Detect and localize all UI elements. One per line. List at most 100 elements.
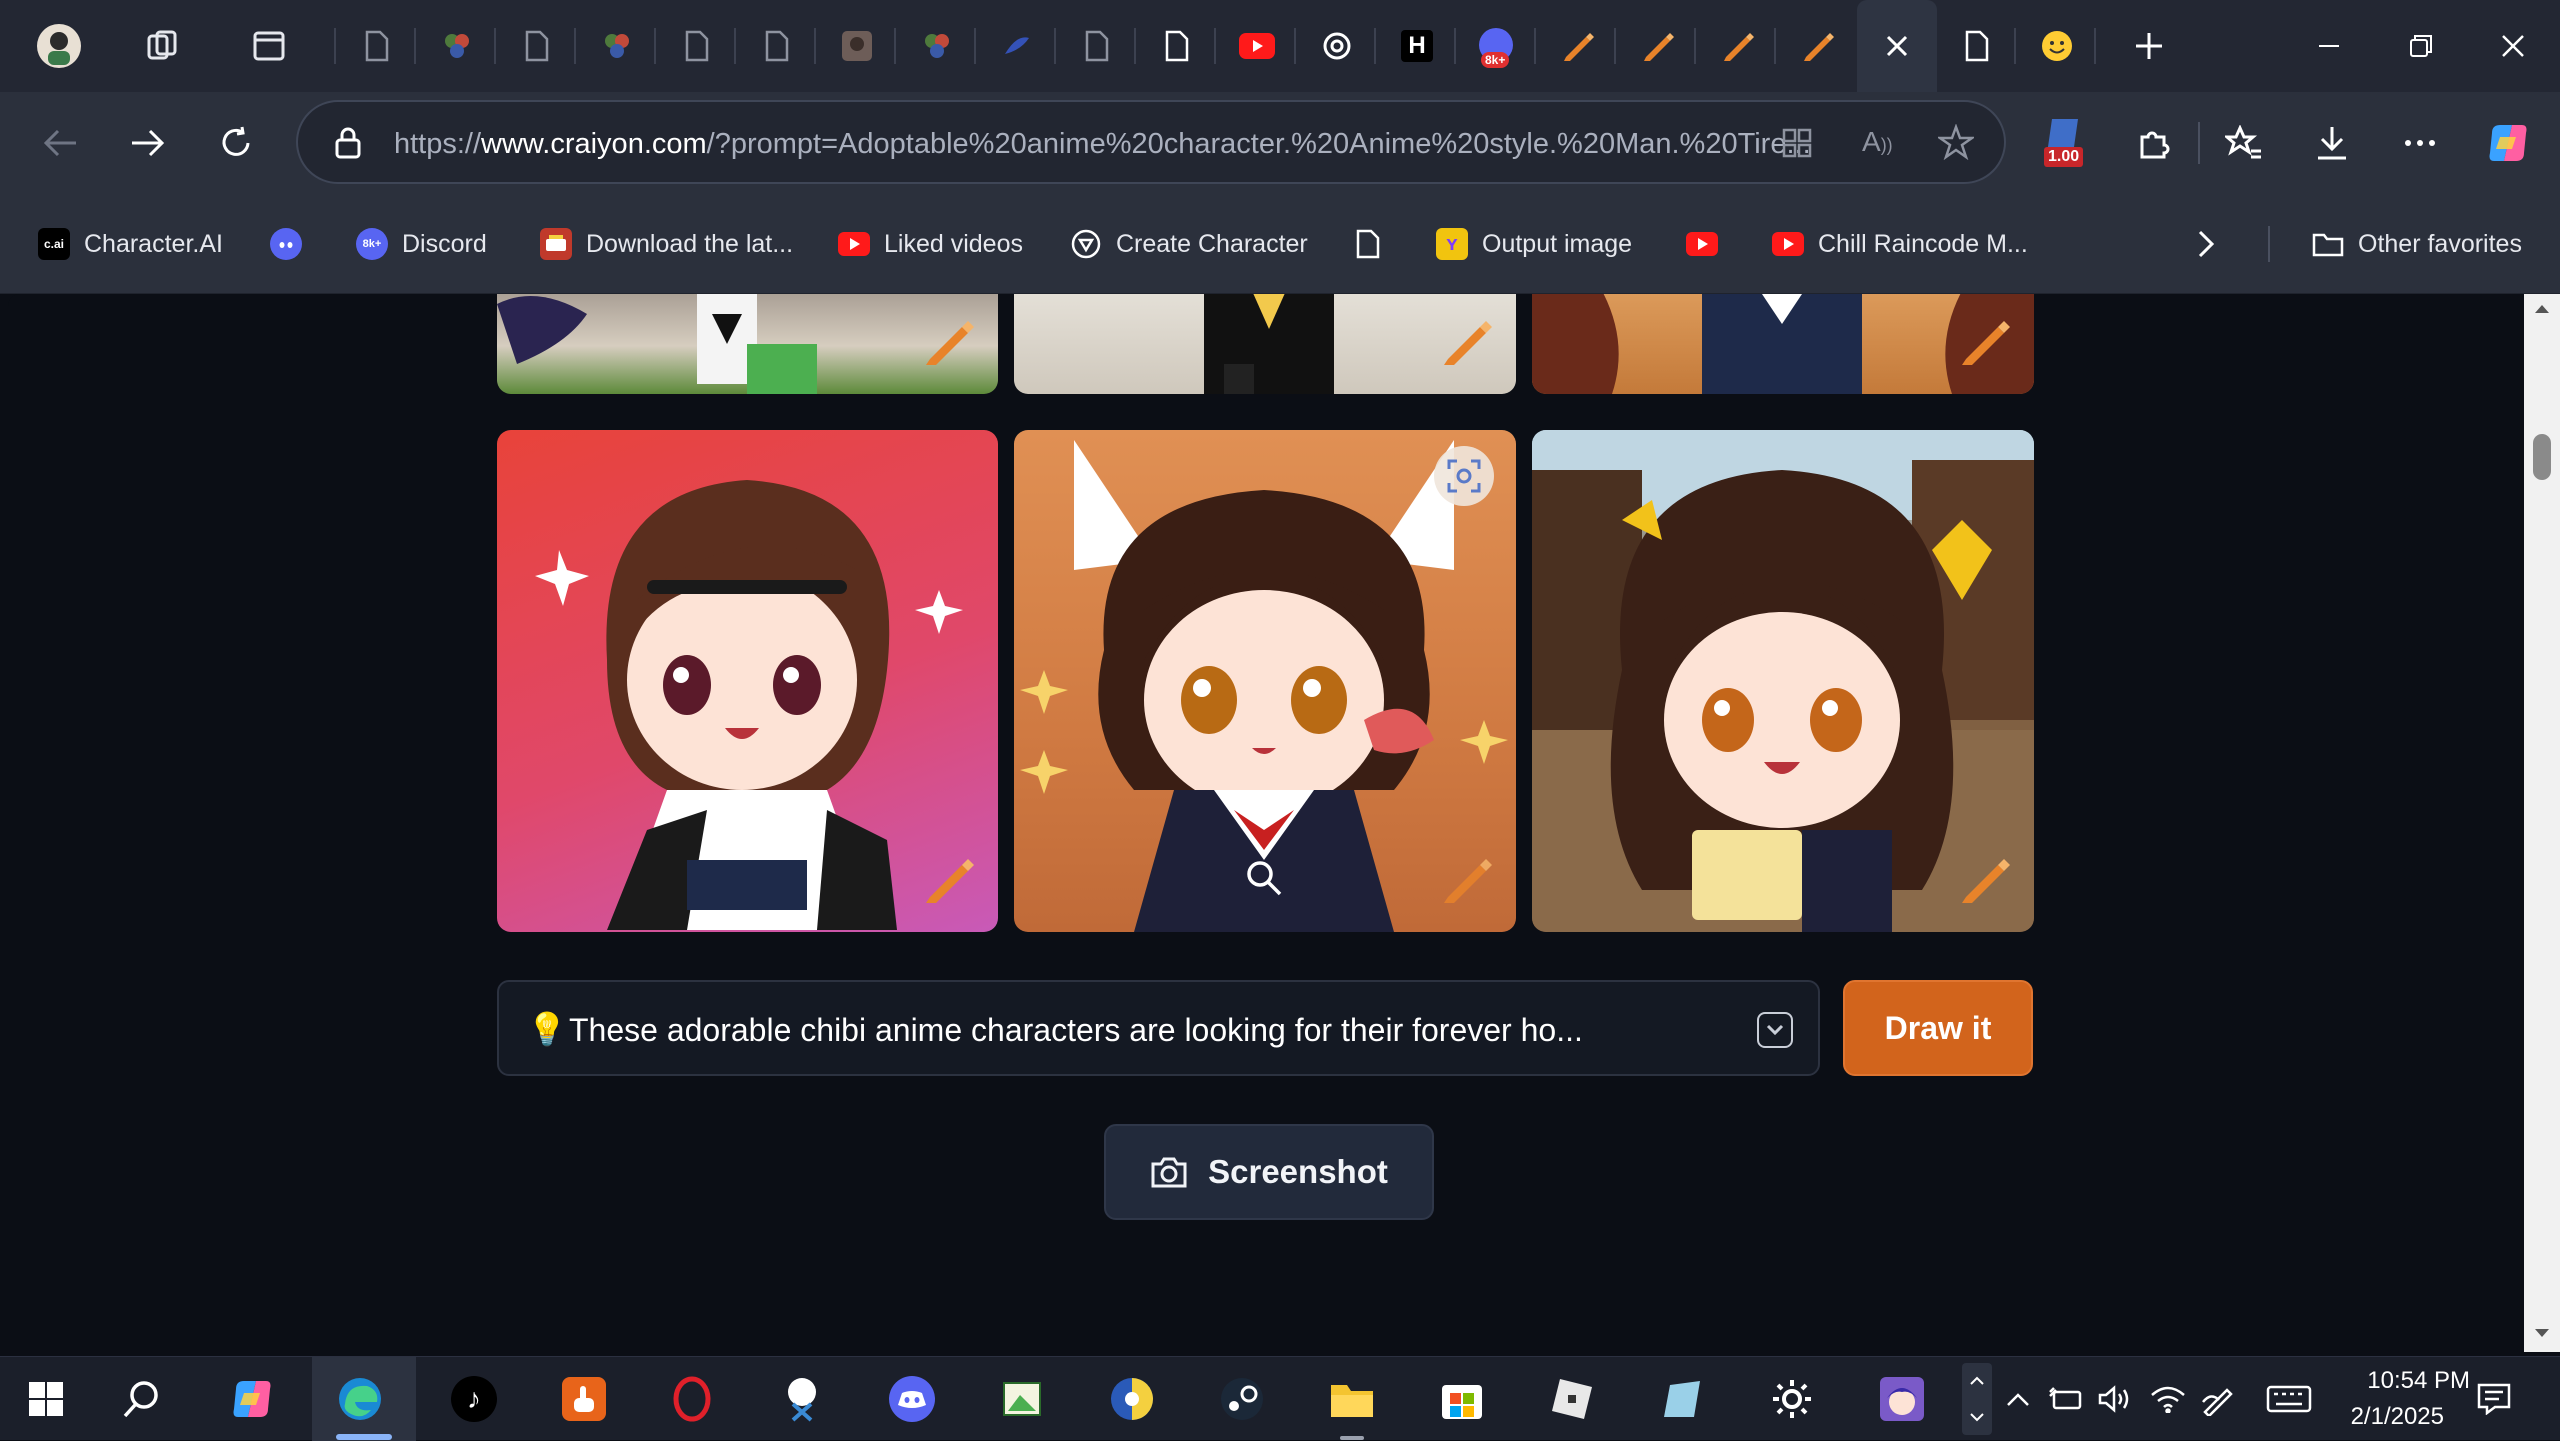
settings-gear-icon[interactable] [1768,1375,1816,1423]
bookmarks-overflow-chevron-icon[interactable] [2196,222,2216,266]
bookmark-character-ai[interactable]: c.ai Character.AI [38,222,223,266]
bookmark-create-character[interactable]: Create Character [1070,222,1308,266]
pen-icon[interactable] [2198,1375,2238,1423]
notifications-icon[interactable] [2470,1375,2518,1423]
bookmark-liked-videos[interactable]: Liked videos [838,222,1023,266]
restore-window-icon[interactable] [2398,23,2444,69]
close-tab-icon[interactable] [1874,23,1920,69]
tab-page-icon[interactable] [1074,23,1120,69]
tab-h-icon[interactable]: H [1394,23,1440,69]
favorite-star-icon[interactable] [1936,123,1976,165]
tab-actions-icon[interactable] [246,23,292,69]
bookmark-output-image[interactable]: ʏ Output image [1436,222,1632,266]
snipping-tool-icon[interactable] [778,1375,826,1423]
tab-page-icon[interactable] [1154,23,1200,69]
tab-brush-icon[interactable] [994,23,1040,69]
edit-pencil-icon[interactable] [1440,851,1494,910]
search-icon[interactable] [118,1375,166,1423]
prompt-expand-chevron-icon[interactable] [1757,1012,1793,1048]
edge-browser-icon[interactable] [336,1375,384,1423]
tab-pinwheel-icon[interactable] [434,23,480,69]
copilot-icon[interactable] [2478,113,2538,173]
edit-pencil-icon[interactable] [1958,851,2012,910]
battery-icon[interactable] [2046,1375,2086,1423]
clock-time[interactable]: 10:54 PM [2330,1367,2470,1395]
extension-zoom-icon[interactable]: 1.00 [2036,112,2096,172]
tray-scroll-arrows-icon[interactable] [1962,1363,1992,1435]
edit-pencil-icon[interactable] [922,851,976,910]
minimize-window-icon[interactable] [2306,23,2352,69]
extensions-icon[interactable] [2124,113,2184,173]
profile-avatar[interactable] [36,23,82,69]
scroll-down-arrow-icon[interactable] [2533,1326,2551,1344]
microsoft-store-icon[interactable] [1438,1375,1486,1423]
generated-image-3[interactable] [1532,294,2034,394]
start-windows-icon[interactable] [22,1375,70,1423]
tab-page-icon[interactable] [674,23,720,69]
new-tab-button[interactable] [2126,23,2172,69]
edit-pencil-icon[interactable] [1958,313,2012,372]
forward-button[interactable] [118,113,178,173]
downloads-icon[interactable] [2302,113,2362,173]
refresh-button[interactable] [206,113,266,173]
bookmark-other-favorites[interactable]: Other favorites [2312,222,2522,266]
opera-icon[interactable] [668,1375,716,1423]
show-hidden-icons-chevron-icon[interactable] [2000,1375,2036,1423]
touch-keyboard-icon[interactable] [2264,1375,2314,1423]
tab-huggingface-icon[interactable] [2034,23,2080,69]
photo-editor-icon[interactable] [998,1375,1046,1423]
edit-pencil-icon[interactable] [1440,313,1494,372]
roblox-icon[interactable] [1548,1375,1596,1423]
steam-icon[interactable] [1218,1375,1266,1423]
draw-it-button[interactable]: Draw it [1843,980,2033,1076]
workspaces-icon[interactable] [140,23,186,69]
discord-taskbar-icon[interactable] [888,1375,936,1423]
back-button[interactable] [30,113,90,173]
app-glass-icon[interactable] [1658,1375,1706,1423]
tab-page-icon[interactable] [354,23,400,69]
bookmark-chill-raincode[interactable]: Chill Raincode M... [1772,222,2028,266]
generated-image-2[interactable] [1014,294,1516,394]
tab-discord-icon[interactable]: 8k+ [1474,23,1520,69]
bookmark-page[interactable] [1352,222,1384,266]
tab-page-icon[interactable] [754,23,800,69]
more-menu-icon[interactable] [2390,113,2450,173]
favorites-icon[interactable] [2214,113,2274,173]
close-window-icon[interactable] [2490,23,2536,69]
wifi-icon[interactable] [2148,1375,2188,1423]
tab-image-icon[interactable] [834,23,880,69]
read-aloud-icon[interactable]: A)) [1862,126,1893,158]
zoom-magnifier-icon[interactable] [1244,858,1284,903]
generated-image-6[interactable] [1532,430,2034,932]
tab-craiyon-pencil-icon[interactable] [1634,23,1680,69]
app-available-icon[interactable] [1782,128,1812,163]
tab-pinwheel-icon[interactable] [594,23,640,69]
prompt-input[interactable]: 💡 These adorable chibi anime characters … [497,980,1820,1076]
app-disc-icon[interactable] [1108,1375,1156,1423]
url-text[interactable]: https://www.craiyon.com/?prompt=Adoptabl… [394,128,1811,161]
edit-pencil-icon[interactable] [922,313,976,372]
copilot-taskbar-icon[interactable] [228,1375,276,1423]
tab-craiyon-pencil-icon[interactable] [1714,23,1760,69]
screenshot-overlay-icon[interactable] [1434,446,1494,506]
tab-pinwheel-icon[interactable] [914,23,960,69]
volume-icon[interactable] [2096,1375,2136,1423]
lock-icon[interactable] [334,126,362,165]
bookmark-youtube[interactable] [1686,222,1718,266]
page-scrollbar[interactable] [2524,294,2560,1352]
prompt-text[interactable]: These adorable chibi anime characters ar… [569,1012,1583,1049]
tab-page-icon[interactable] [514,23,560,69]
screenshot-button[interactable]: Screenshot [1104,1124,1434,1220]
address-bar[interactable]: https://www.craiyon.com/?prompt=Adoptabl… [296,100,2006,184]
tab-youtube-icon[interactable] [1234,23,1280,69]
generated-image-1[interactable] [497,294,998,394]
file-explorer-icon[interactable] [1328,1375,1376,1423]
scroll-thumb[interactable] [2533,434,2551,480]
bookmark-download[interactable]: Download the lat... [540,222,793,266]
clock-date[interactable]: 2/1/2025 [2330,1403,2444,1431]
scroll-up-arrow-icon[interactable] [2533,302,2551,320]
tab-page-icon[interactable] [1954,23,2000,69]
touch-app-icon[interactable] [560,1375,608,1423]
generated-image-4[interactable] [497,430,998,932]
generated-image-5[interactable] [1014,430,1516,932]
